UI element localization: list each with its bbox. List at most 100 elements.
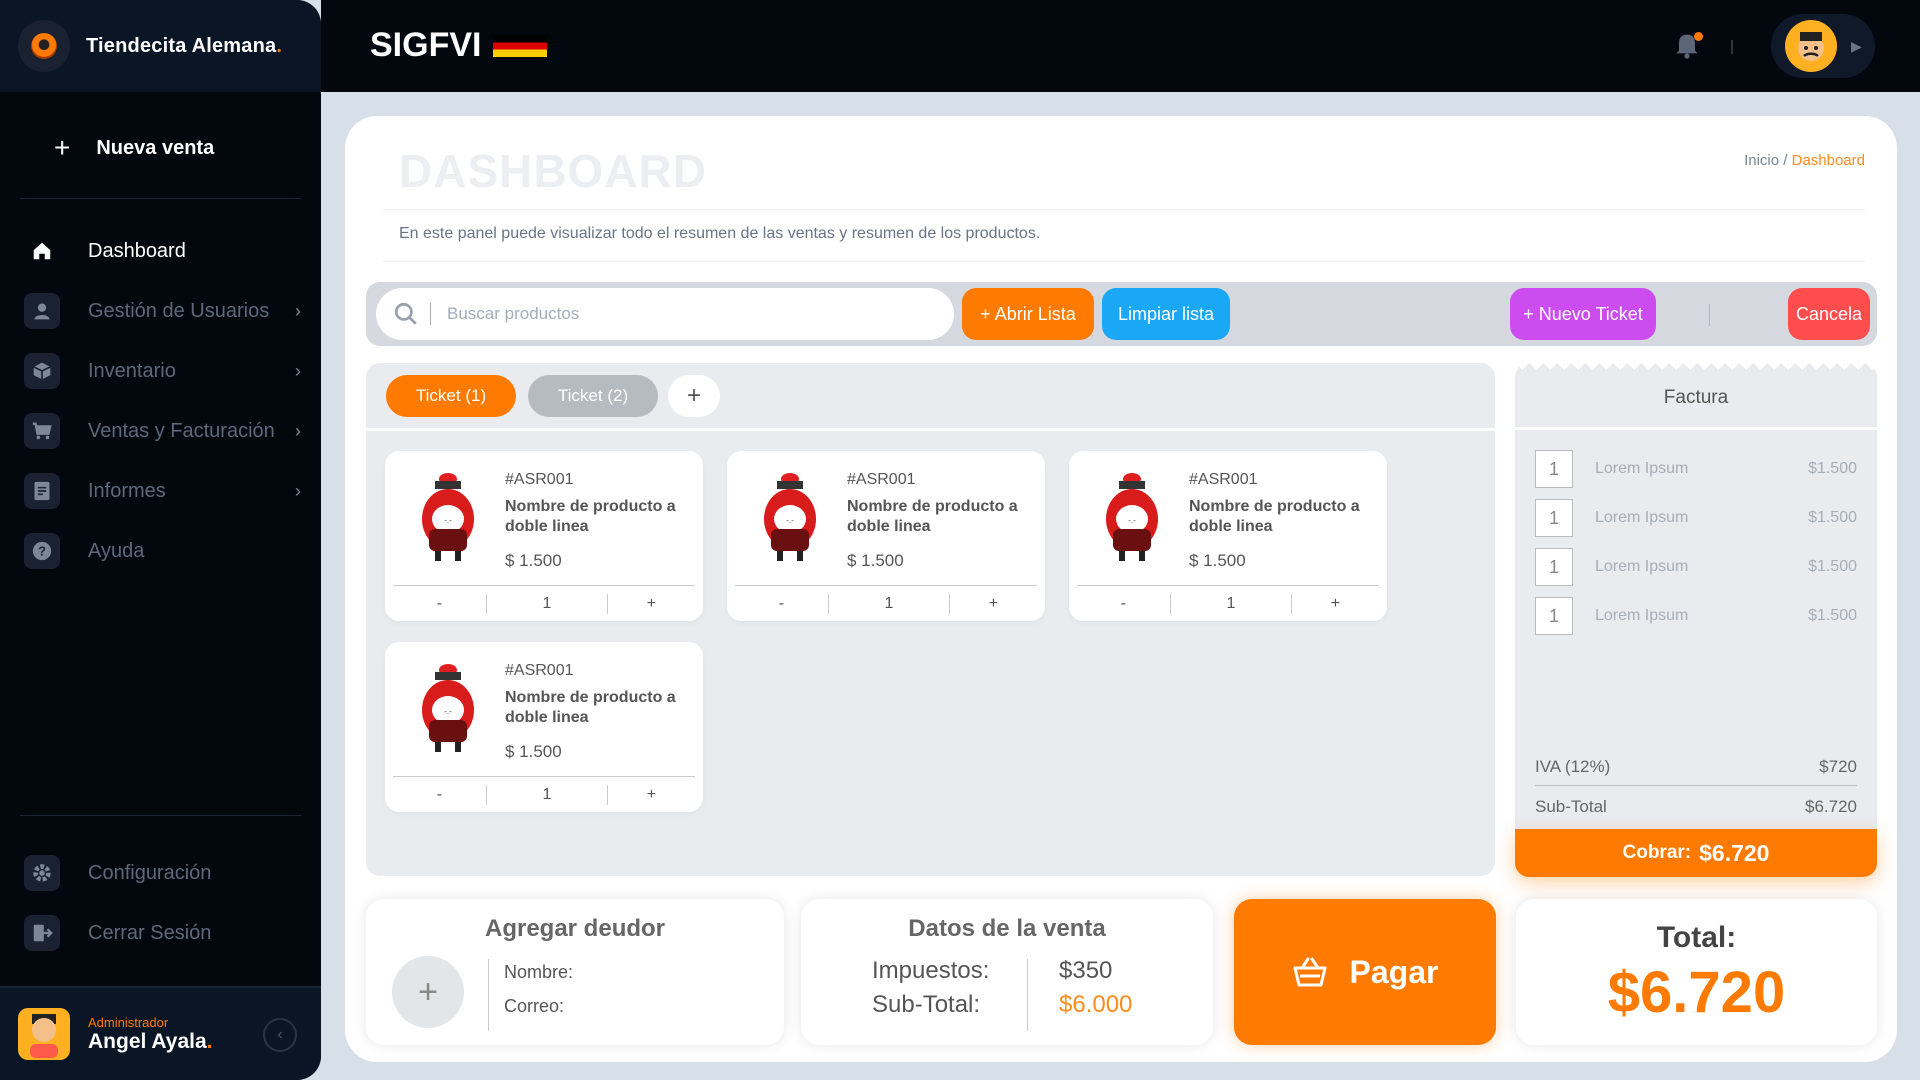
invoice-subtotal: Sub-Total $6.720 [1535,797,1857,816]
sidebar-item-label: Cerrar Sesión [88,921,212,944]
svg-text:-.-: -.- [444,516,452,525]
chevron-right-icon: › [295,420,301,441]
sidebar-item-reports[interactable]: Informes › [0,461,321,521]
charge-button[interactable]: Cobrar: $6.720 [1515,829,1877,877]
product-card[interactable]: -.- #ASR001 Nombre de producto a doble l… [1069,451,1387,621]
increase-button[interactable]: + [608,595,695,613]
invoice-qty: 1 [1535,450,1573,488]
user-name: Angel Ayala. [88,1029,213,1053]
svg-text:-.-: -.- [444,707,452,716]
notification-dot [1694,32,1703,41]
sidebar-item-inventory[interactable]: Inventario › [0,341,321,401]
quantity-stepper: - 1 + [393,587,695,621]
divider [383,261,1865,262]
invoice-item-amount: $1.500 [1808,558,1857,575]
sidebar-item-label: Gestión de Usuarios [88,299,270,322]
new-sale-label: Nueva venta [96,136,215,159]
search-input[interactable] [447,304,907,324]
sale-subtotal-value: $6.000 [1059,991,1133,1018]
tab-ticket-1[interactable]: Ticket (1) [386,375,516,417]
user-menu-button[interactable]: ▶ [1771,14,1875,78]
quantity-stepper: - 1 + [1077,587,1379,621]
chevron-right-icon: › [295,300,301,321]
tab-ticket-2[interactable]: Ticket (2) [528,375,658,417]
clear-list-button[interactable]: Limpiar lista [1102,288,1230,340]
invoice-qty: 1 [1535,548,1573,586]
product-card[interactable]: -.- #ASR001 Nombre de producto a doble l… [727,451,1045,621]
sidebar-item-dashboard[interactable]: Dashboard [0,221,321,281]
sidebar-item-settings[interactable]: Configuración [0,843,321,903]
brand: Tiendecita Alemana. [0,0,321,92]
svg-text:-.-: -.- [786,516,794,525]
open-list-button[interactable]: + Abrir Lista [962,288,1094,340]
quantity-value[interactable]: 1 [1169,594,1292,614]
user-role: Administrador [88,1014,169,1030]
page-title: DASHBOARD [399,145,707,197]
sidebar-nav: Dashboard Gestión de Usuarios › Inventar… [0,221,321,581]
debtor-title: Agregar deudor [484,915,666,942]
add-debtor-button[interactable]: + [392,956,464,1028]
pay-button[interactable]: Pagar [1234,899,1496,1045]
svg-text:?: ? [38,544,46,559]
sale-tax-value: $350 [1059,957,1113,984]
invoice-qty: 1 [1535,597,1573,635]
quantity-value[interactable]: 1 [485,594,608,614]
avatar [18,1008,70,1060]
sidebar-bottom-nav: Configuración Cerrar Sesión [0,843,321,963]
product-card[interactable]: -.- #ASR001 Nombre de producto a doble l… [385,451,703,621]
quantity-stepper: - 1 + [393,778,695,812]
quantity-value[interactable]: 1 [485,785,608,805]
invoice-item-amount: $1.500 [1808,509,1857,526]
sidebar-item-help[interactable]: ? Ayuda [0,521,321,581]
quantity-value[interactable]: 1 [827,594,950,614]
app-title: SIGFVI [370,26,548,65]
divider [20,198,301,199]
debtor-name-label: Nombre: [504,962,574,982]
add-ticket-tab-button[interactable]: + [668,375,720,417]
product-code: #ASR001 [505,471,574,488]
search-box [376,288,954,340]
sidebar: Tiendecita Alemana. + Nueva venta Dashbo… [0,0,321,1080]
invoice-row: 1 Lorem Ipsum $1.500 [1535,596,1857,636]
increase-button[interactable]: + [1292,595,1379,613]
notification-bell-icon[interactable] [1671,28,1707,64]
product-price: $ 1.500 [847,551,904,570]
box-icon [24,353,60,389]
sidebar-item-logout[interactable]: Cerrar Sesión [0,903,321,963]
total-card: Total: $6.720 [1516,899,1877,1045]
collapse-sidebar-button[interactable]: ‹ [263,1018,297,1052]
product-image: -.- [1087,467,1177,567]
breadcrumb: Inicio / Dashboard [1744,152,1865,169]
product-price: $ 1.500 [505,742,562,761]
basket-icon [1292,956,1328,988]
topbar: SIGFVI ▶ [321,0,1920,92]
decrease-button[interactable]: - [735,595,828,613]
caret-right-icon: ▶ [1851,37,1862,54]
new-sale-button[interactable]: + Nueva venta [20,124,301,172]
chevron-right-icon: › [295,480,301,501]
decrease-button[interactable]: - [1077,595,1170,613]
sale-data-title: Datos de la venta [908,915,1106,942]
sidebar-item-users[interactable]: Gestión de Usuarios › [0,281,321,341]
page-description: En este panel puede visualizar todo el r… [399,225,1041,242]
chevron-right-icon: › [295,360,301,381]
decrease-button[interactable]: - [393,786,486,804]
invoice-panel: Factura 1 Lorem Ipsum $1.500 1 Lorem Ips… [1515,363,1877,877]
breadcrumb-home[interactable]: Inicio [1744,152,1779,169]
decrease-button[interactable]: - [393,595,486,613]
increase-button[interactable]: + [608,786,695,804]
invoice-item-name: Lorem Ipsum [1595,509,1689,526]
product-code: #ASR001 [847,471,916,488]
receipt-edge [1515,363,1877,377]
sidebar-item-sales[interactable]: Ventas y Facturación › [0,401,321,461]
product-name: Nombre de producto a doble linea [1189,498,1360,535]
new-ticket-button[interactable]: + Nuevo Ticket [1510,288,1656,340]
product-card[interactable]: -.- #ASR001 Nombre de producto a doble l… [385,642,703,812]
cancel-button[interactable]: Cancela [1788,288,1870,340]
increase-button[interactable]: + [950,595,1037,613]
add-debtor-card: Agregar deudor + Nombre: Correo: [366,899,784,1045]
debtor-email-label: Correo: [504,996,565,1016]
gear-icon [24,855,60,891]
ticket-tabs: Ticket (1) Ticket (2) + [366,363,1495,431]
product-name: Nombre de producto a doble linea [505,689,676,726]
